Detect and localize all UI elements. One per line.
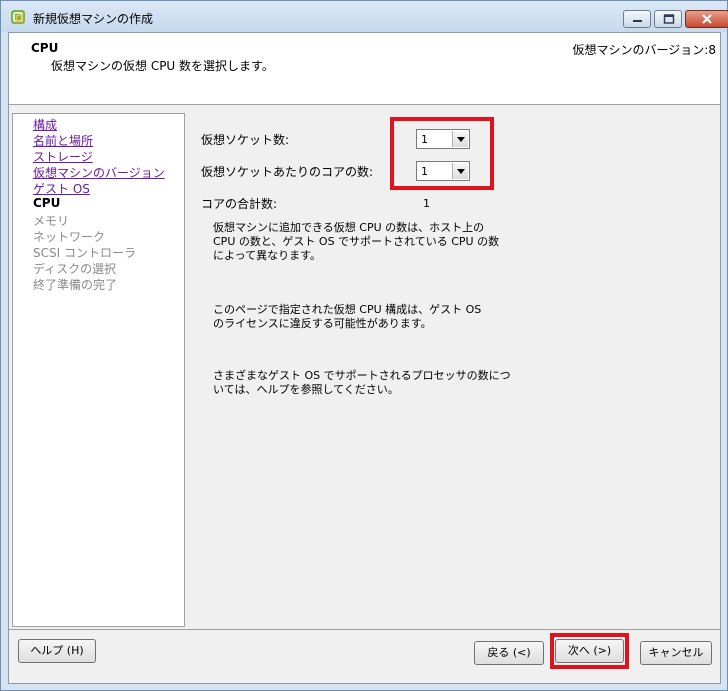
vm-version-label: 仮想マシンのバージョン:8 [572,43,716,57]
step-guest-os[interactable]: ゲスト OS [33,180,90,197]
next-button[interactable]: 次へ (>) [555,639,624,663]
step-select-disk: ディスクの選択 [33,262,117,276]
step-config[interactable]: 構成 [33,116,57,133]
total-cores-value: 1 [423,197,430,210]
step-ready-to-complete: 終了準備の完了 [33,278,118,292]
cpu-settings-panel: 仮想ソケット数: 1 仮想ソケットあたりのコアの数: 1 コアの合計数: 1 仮… [193,113,718,627]
step-storage[interactable]: ストレージ [33,148,93,165]
step-memory: メモリ [33,214,70,228]
wizard-header: CPU 仮想マシンの仮想 CPU 数を選択します。 仮想マシンのバージョン:8 [9,33,720,105]
help-button[interactable]: ヘルプ (H) [18,639,96,663]
back-button[interactable]: 戻る (<) [474,641,544,665]
maximize-button[interactable] [654,10,682,28]
cores-label: 仮想ソケットあたりのコアの数: [201,165,374,179]
info-text-license: このページで指定された仮想 CPU 構成は、ゲスト OS のライセンスに違反する… [213,303,482,330]
chevron-down-icon [457,137,465,142]
wizard-body: CPU 仮想マシンの仮想 CPU 数を選択します。 仮想マシンのバージョン:8 … [8,32,721,684]
chevron-down-icon [457,169,465,174]
step-scsi-controller: SCSI コントローラ [33,246,136,260]
close-icon [702,14,712,24]
cores-dropdown-button[interactable] [452,163,468,179]
wizard-steps-nav: 構成 名前と場所 ストレージ 仮想マシンのバージョン ゲスト OS CPU メモ… [12,113,185,627]
sockets-dropdown-button[interactable] [452,131,468,147]
step-network: ネットワーク [33,230,106,244]
minimize-button[interactable] [623,10,651,28]
close-button[interactable] [685,10,728,28]
sockets-value: 1 [421,133,428,146]
cancel-button[interactable]: キャンセル [640,641,712,665]
window-title: 新規仮想マシンの作成 [33,12,154,26]
total-cores-label: コアの合計数: [201,197,278,211]
wizard-window: 新規仮想マシンの作成 CPU 仮想マシンの仮想 CPU 数を選択します。 仮想マ… [0,0,728,691]
info-text-cpu-limit: 仮想マシンに追加できる仮想 CPU の数は、ホスト上の CPU の数と、ゲスト … [213,221,500,262]
vsphere-icon [11,10,25,24]
minimize-icon [633,20,642,22]
step-name-location[interactable]: 名前と場所 [33,132,93,149]
step-vm-version[interactable]: 仮想マシンのバージョン [33,164,165,181]
maximize-icon [663,14,675,24]
title-bar[interactable]: 新規仮想マシンの作成 [1,1,728,32]
info-text-help: さまざまなゲスト OS でサポートされるプロセッサの数につ いては、ヘルプを参照… [213,369,511,396]
page-description: 仮想マシンの仮想 CPU 数を選択します。 [51,59,274,73]
sockets-label: 仮想ソケット数: [201,133,290,147]
cores-value: 1 [421,165,428,178]
footer-divider [9,629,720,630]
sockets-select[interactable]: 1 [416,129,470,149]
page-title: CPU [31,41,59,55]
cores-per-socket-select[interactable]: 1 [416,161,470,181]
step-cpu: CPU [33,196,61,210]
